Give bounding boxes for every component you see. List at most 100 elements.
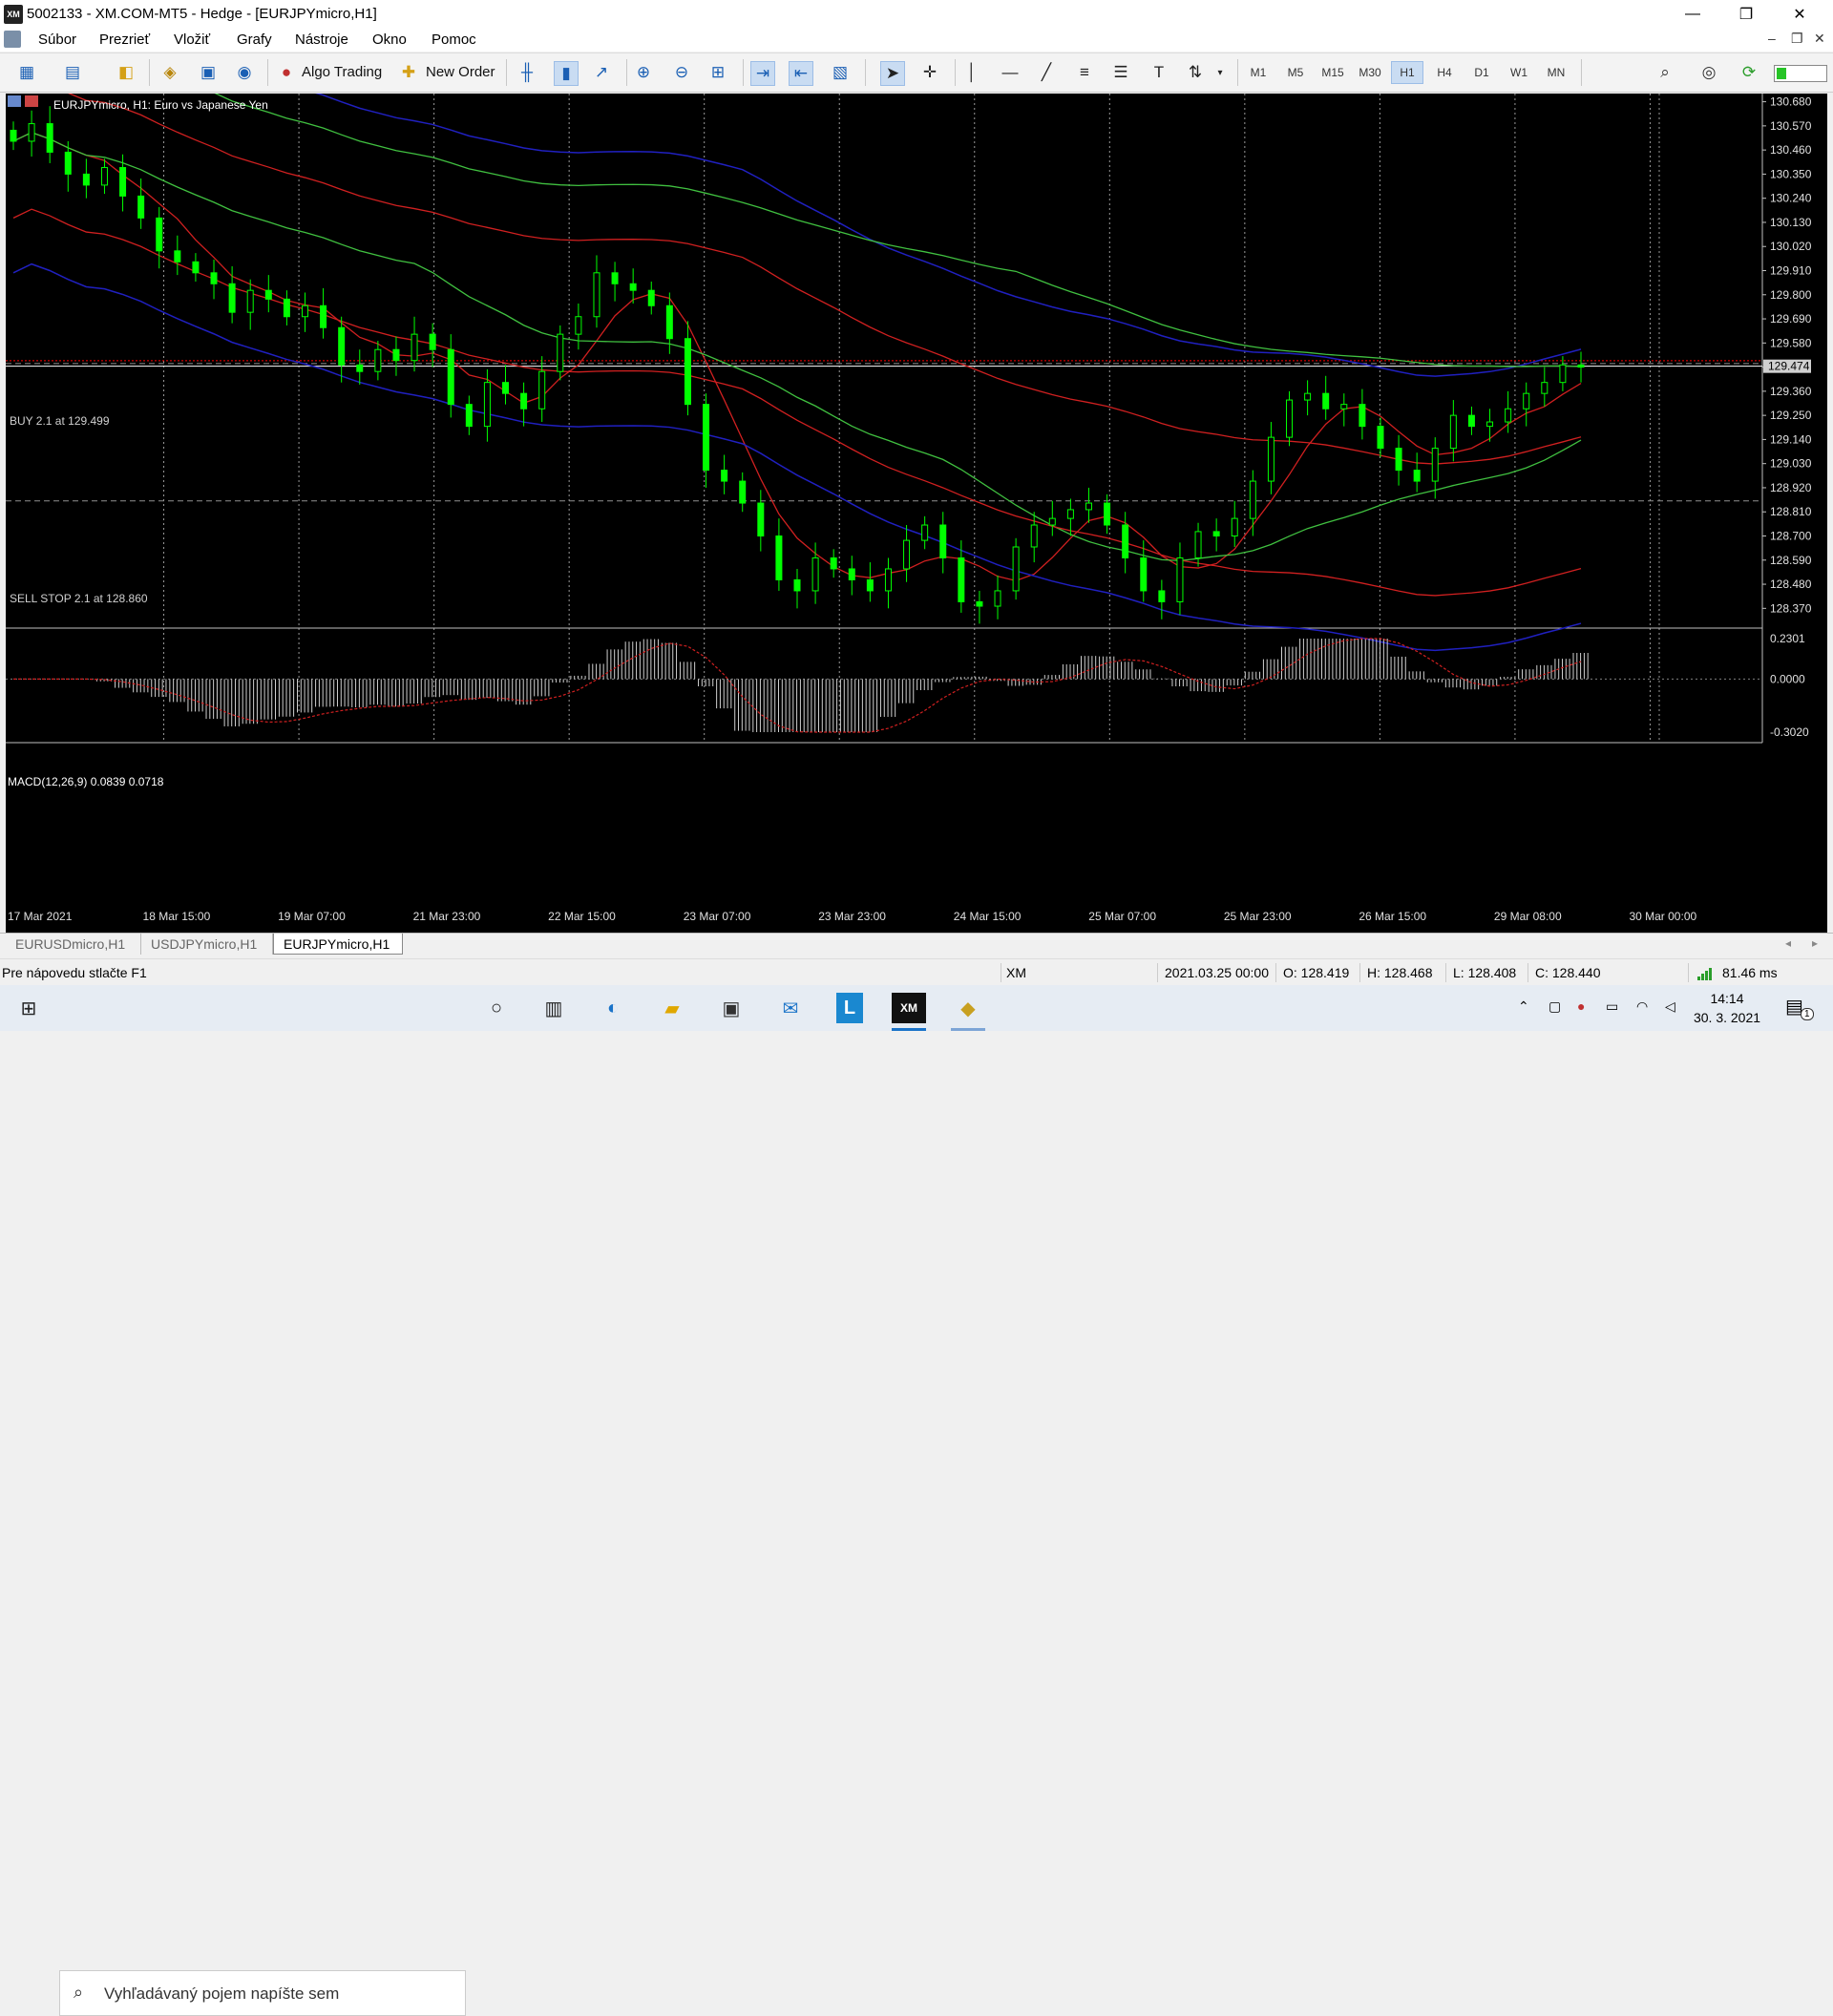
- menu-subor[interactable]: Súbor: [38, 32, 76, 48]
- candle-body: [1523, 392, 1530, 410]
- cursor-icon[interactable]: ➤: [880, 61, 905, 86]
- menu-pomoc[interactable]: Pomoc: [432, 32, 476, 48]
- vps-icon[interactable]: ⟳: [1738, 61, 1760, 84]
- candle-body: [1231, 517, 1238, 537]
- arrows-icon[interactable]: ⇅: [1184, 61, 1207, 84]
- line-chart-icon[interactable]: ↗: [590, 61, 613, 84]
- status-profile: XM: [1006, 965, 1026, 980]
- candle-body: [629, 283, 637, 291]
- volume-icon[interactable]: ◁: [1665, 998, 1675, 1015]
- menu-prezriet[interactable]: Prezrieť: [99, 32, 150, 48]
- toolbox-icon[interactable]: ▣: [197, 61, 220, 84]
- menu-okno[interactable]: Okno: [372, 32, 407, 48]
- tab-eurusd[interactable]: EURUSDmicro,H1: [6, 934, 141, 955]
- lines-icon[interactable]: ☰: [1109, 61, 1132, 84]
- mail-icon[interactable]: ✉: [773, 993, 808, 1023]
- tray-time[interactable]: 14:14: [1694, 991, 1760, 1006]
- tile-windows-icon[interactable]: ⊞: [706, 61, 729, 84]
- edge-icon[interactable]: ◐: [596, 993, 630, 1023]
- candle-body: [429, 333, 436, 350]
- buy-order-label: BUY 2.1 at 129.499: [10, 414, 110, 428]
- candle-body: [1541, 382, 1549, 394]
- crosshair-icon[interactable]: ✛: [918, 61, 941, 84]
- algo-trading-icon[interactable]: ●: [275, 61, 298, 84]
- bar-chart-icon[interactable]: ╫: [516, 61, 538, 84]
- new-chart-icon[interactable]: ▦: [15, 61, 38, 84]
- chart-canvas[interactable]: 130.680 130.570 130.460 130.350 130.240 130.1…: [6, 0, 1827, 934]
- xm-app-icon[interactable]: XM: [892, 993, 926, 1023]
- chart-window[interactable]: 130.680 130.570 130.460 130.350 130.240 130.1…: [6, 0, 1827, 934]
- title-bar: XM 5002133 - XM.COM-MT5 - Hedge - [EURJP…: [0, 0, 1833, 29]
- new-order-button[interactable]: New Order: [426, 64, 495, 80]
- timeframe-h1[interactable]: H1: [1391, 61, 1423, 84]
- autoscroll-icon[interactable]: ⇥: [750, 61, 775, 86]
- restore-button[interactable]: ❐: [1724, 0, 1768, 29]
- misc-app-icon[interactable]: ◆: [951, 993, 985, 1023]
- chevron-down-icon[interactable]: ▾: [1209, 61, 1232, 84]
- sellstop-order-label: SELL STOP 2.1 at 128.860: [10, 592, 148, 605]
- timeframe-d1[interactable]: D1: [1465, 61, 1498, 84]
- menu-nastroje[interactable]: Nástroje: [295, 32, 348, 48]
- mdi-close-button[interactable]: ✕: [1814, 31, 1825, 47]
- menu-vlozit[interactable]: Vložiť: [174, 32, 210, 48]
- search-icon[interactable]: ⌕: [1654, 61, 1676, 84]
- chart-shift-icon[interactable]: ⇤: [789, 61, 813, 86]
- tab-usdjpy[interactable]: USDJPYmicro,H1: [141, 934, 273, 955]
- timeframe-m30[interactable]: M30: [1354, 61, 1386, 84]
- mdi-minimize-button[interactable]: –: [1768, 31, 1776, 46]
- horizontal-line-icon[interactable]: —: [999, 61, 1022, 84]
- timeframe-m5[interactable]: M5: [1279, 61, 1312, 84]
- timeframe-m15[interactable]: M15: [1317, 61, 1349, 84]
- candlestick-chart-icon[interactable]: ▮: [554, 61, 579, 86]
- mdi-restore-button[interactable]: ❐: [1791, 31, 1803, 47]
- file-explorer-icon[interactable]: ▰: [655, 993, 689, 1023]
- tray-device-icon[interactable]: ▢: [1549, 998, 1561, 1015]
- tab-eurjpy[interactable]: EURJPYmicro,H1: [273, 934, 403, 955]
- taskbar-search[interactable]: ⌕ Vyhľadávaný pojem napíšte sem: [59, 1970, 466, 2016]
- text-tool-icon[interactable]: T: [1148, 61, 1170, 84]
- signal-strength-icon: [1697, 967, 1715, 980]
- minimize-button[interactable]: —: [1671, 0, 1715, 29]
- tray-date[interactable]: 30. 3. 2021: [1688, 1010, 1766, 1025]
- candle-body: [1267, 436, 1275, 482]
- candle-body: [994, 590, 1001, 607]
- templates-icon[interactable]: ▧: [829, 61, 852, 84]
- cortana-icon[interactable]: ○: [479, 993, 514, 1023]
- signal-icon[interactable]: ◉: [233, 61, 256, 84]
- time-tick-label: 18 Mar 15:00: [143, 910, 211, 923]
- menu-grafy[interactable]: Grafy: [237, 32, 272, 48]
- tab-scroll-right-icon[interactable]: ▸: [1812, 936, 1818, 950]
- close-button[interactable]: ✕: [1778, 0, 1822, 29]
- l-app-icon[interactable]: L: [836, 993, 863, 1023]
- timeframe-mn[interactable]: MN: [1540, 61, 1572, 84]
- zoom-in-icon[interactable]: ⊕: [632, 61, 655, 84]
- vertical-line-icon[interactable]: │: [960, 61, 983, 84]
- chart-window-icon[interactable]: [4, 31, 21, 48]
- battery-icon[interactable]: ▭: [1606, 998, 1618, 1015]
- candle-body: [520, 392, 528, 410]
- profiles-icon[interactable]: ▤: [61, 61, 84, 84]
- timeframe-w1[interactable]: W1: [1503, 61, 1535, 84]
- zoom-out-icon[interactable]: ⊖: [670, 61, 693, 84]
- fibonacci-icon[interactable]: ≡: [1073, 61, 1096, 84]
- tray-security-icon[interactable]: ●: [1577, 998, 1585, 1014]
- navigator-icon[interactable]: ◈: [158, 61, 181, 84]
- task-view-icon[interactable]: ▥: [537, 993, 571, 1023]
- wifi-icon[interactable]: ◠: [1636, 998, 1648, 1015]
- market-watch-icon[interactable]: ◧: [115, 61, 137, 84]
- timeframe-h4[interactable]: H4: [1428, 61, 1461, 84]
- store-icon[interactable]: ▣: [714, 993, 748, 1023]
- windows-start-icon[interactable]: ⊞: [11, 993, 46, 1023]
- price-tick-label: 130.570: [1770, 119, 1812, 133]
- algo-trading-button[interactable]: Algo Trading: [302, 64, 382, 80]
- tab-scroll-left-icon[interactable]: ◂: [1785, 936, 1791, 950]
- timeframe-m1[interactable]: M1: [1242, 61, 1275, 84]
- candle-body: [830, 556, 837, 570]
- candle-body: [703, 404, 710, 472]
- time-tick-label: 19 Mar 07:00: [278, 910, 346, 923]
- macd-tick-label: 0.2301: [1770, 632, 1805, 645]
- tray-chevron-up-icon[interactable]: ⌃: [1518, 998, 1529, 1015]
- new-order-icon[interactable]: ✚: [397, 61, 420, 84]
- trendline-icon[interactable]: ╱: [1035, 61, 1058, 84]
- account-icon[interactable]: ◎: [1697, 61, 1720, 84]
